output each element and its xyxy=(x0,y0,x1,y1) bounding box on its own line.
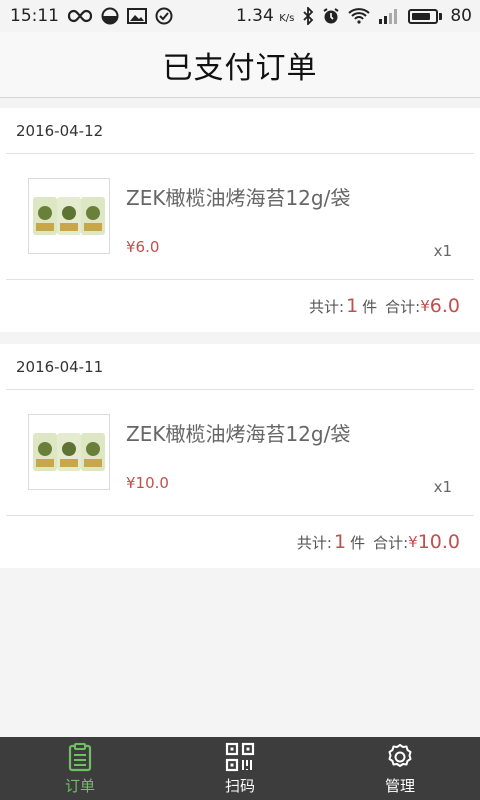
check-circle-icon xyxy=(155,7,173,25)
signal-icon xyxy=(378,7,400,25)
status-left: 15:11 xyxy=(10,6,173,26)
item-count: 1 xyxy=(346,295,359,317)
order-total: 10.0 xyxy=(417,531,460,553)
nav-label: 扫码 xyxy=(224,776,255,795)
nav-item-scan[interactable]: 扫码 xyxy=(160,737,320,800)
order-date: 2016-04-11 xyxy=(6,344,474,390)
product-name: ZEK橄榄油烤海苔12g/袋 xyxy=(126,186,351,210)
status-right: 1.34 K/s 80 xyxy=(236,6,472,26)
page-title: 已支付订单 xyxy=(162,50,318,86)
product-price: ¥10.0 xyxy=(126,474,169,492)
network-speed-value: 1.34 xyxy=(235,6,274,26)
bluetooth-icon xyxy=(302,7,314,25)
order-card[interactable]: 2016-04-11 ZEK橄榄油烤海苔12g/袋 ¥10.0 x1 共计: 1… xyxy=(0,344,480,568)
wifi-icon xyxy=(348,8,371,24)
nav-item-orders[interactable]: 订单 xyxy=(0,737,160,800)
battery-icon xyxy=(408,8,443,24)
count-unit: 件 xyxy=(350,533,366,552)
half-circle-icon xyxy=(101,7,119,25)
item-count: 1 xyxy=(333,531,347,553)
nav-item-manage[interactable]: 管理 xyxy=(320,737,480,800)
total-label: 合计: xyxy=(385,297,421,316)
bottom-nav: 订单 扫码 管理 xyxy=(0,737,480,800)
alarm-icon xyxy=(322,7,340,25)
nav-label: 管理 xyxy=(384,776,415,795)
qr-code-icon xyxy=(225,742,255,771)
product-image xyxy=(28,178,110,254)
network-speed: 1.34 K/s xyxy=(236,6,294,26)
clipboard-icon xyxy=(68,742,92,771)
gear-icon xyxy=(388,743,412,767)
battery-level: 80 xyxy=(450,6,472,26)
order-summary: 共计: 1 件 合计: ¥ 10.0 xyxy=(6,516,474,568)
image-icon xyxy=(127,8,147,24)
count-label: 共计: xyxy=(309,297,345,316)
status-bar: 15:11 1.34 K/s 80 xyxy=(0,0,480,32)
order-item[interactable]: ZEK橄榄油烤海苔12g/袋 ¥6.0 x1 xyxy=(6,154,474,280)
infinity-icon xyxy=(67,9,93,23)
order-date: 2016-04-12 xyxy=(6,108,474,154)
order-list: 2016-04-12 ZEK橄榄油烤海苔12g/袋 ¥6.0 x1 共计: 1 … xyxy=(0,108,480,580)
status-time: 15:11 xyxy=(10,6,59,26)
product-image xyxy=(28,414,110,490)
nav-label: 订单 xyxy=(64,776,95,795)
product-name: ZEK橄榄油烤海苔12g/袋 xyxy=(126,422,351,446)
product-price: ¥6.0 xyxy=(126,238,160,256)
total-currency: ¥ xyxy=(420,297,430,315)
order-summary: 共计: 1 件 合计: ¥ 6.0 xyxy=(6,280,474,332)
total-label: 合计: xyxy=(373,533,409,552)
product-quantity: x1 xyxy=(433,478,452,496)
order-total: 6.0 xyxy=(429,295,460,317)
product-quantity: x1 xyxy=(433,242,452,260)
total-currency: ¥ xyxy=(408,533,418,551)
order-item[interactable]: ZEK橄榄油烤海苔12g/袋 ¥10.0 x1 xyxy=(6,390,474,516)
order-card[interactable]: 2016-04-12 ZEK橄榄油烤海苔12g/袋 ¥6.0 x1 共计: 1 … xyxy=(0,108,480,332)
network-speed-unit: K/s xyxy=(279,13,295,24)
count-unit: 件 xyxy=(362,297,378,316)
count-label: 共计: xyxy=(296,533,332,552)
app-header: 已支付订单 xyxy=(0,32,480,98)
